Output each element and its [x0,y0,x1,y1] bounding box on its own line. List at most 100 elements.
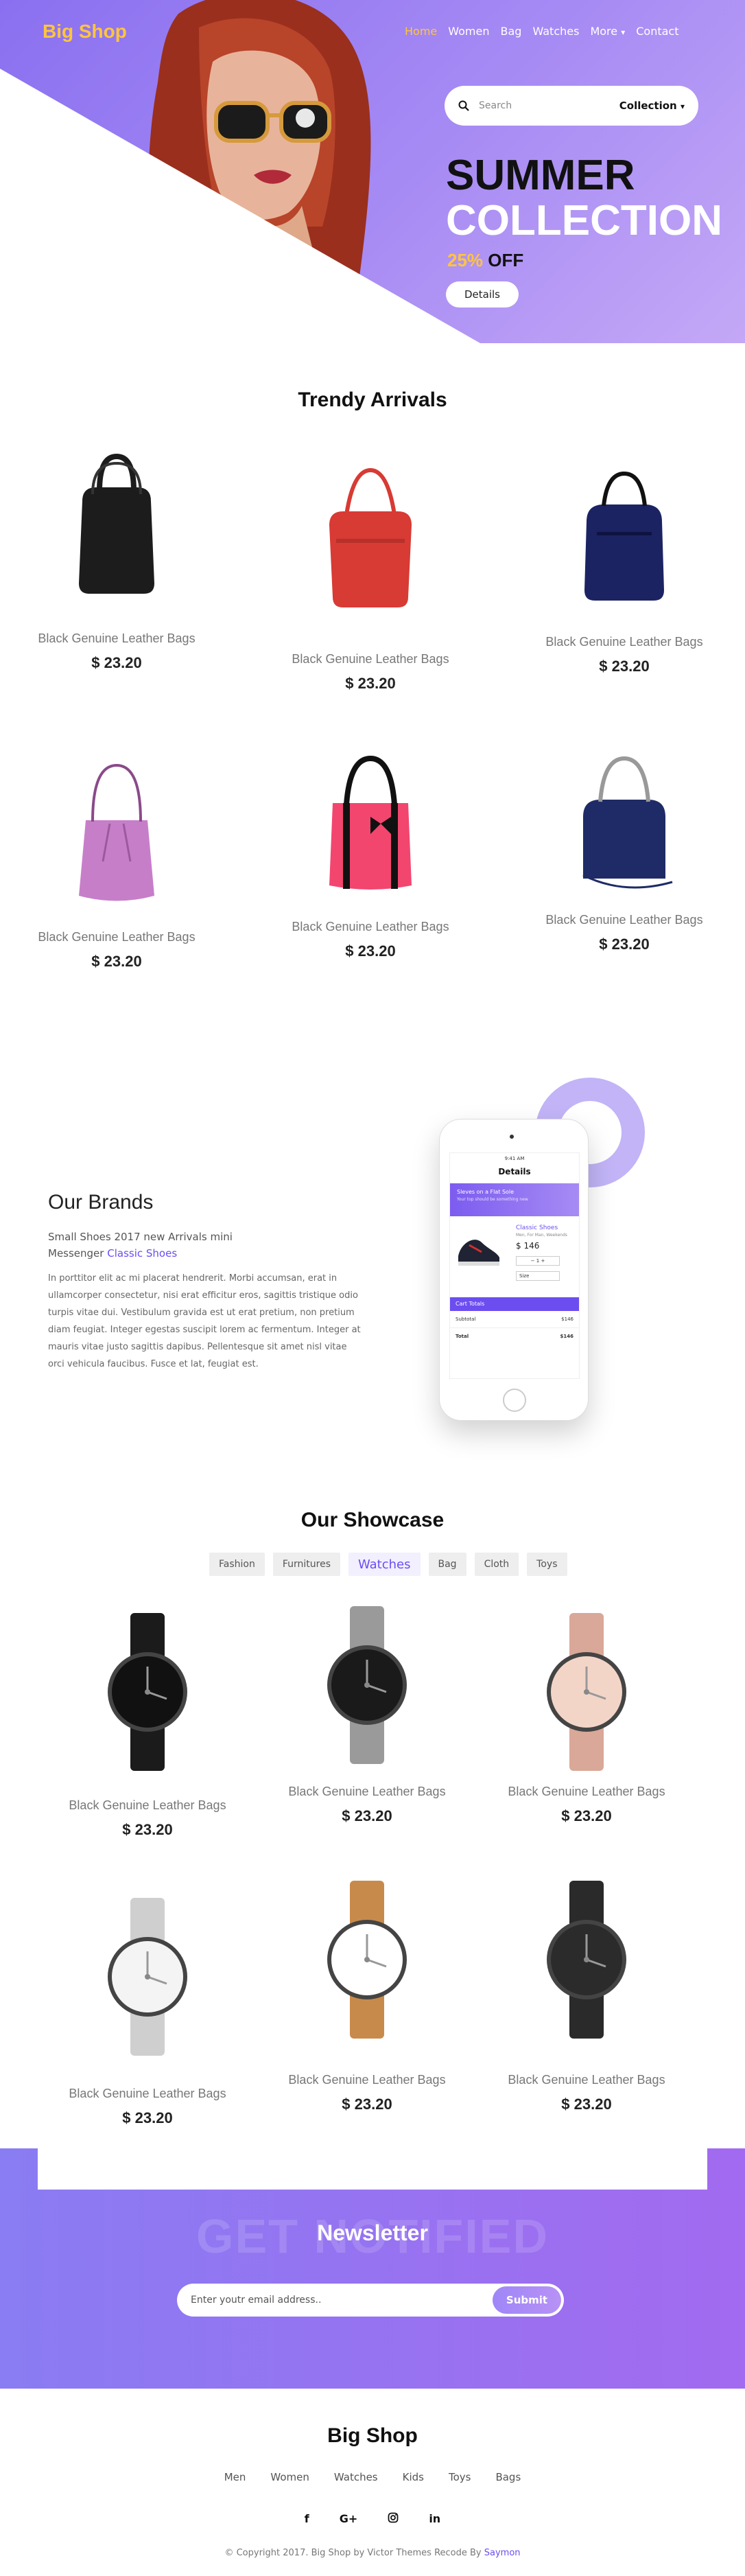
product-price: $ 23.20 [342,2096,392,2113]
product-name[interactable]: Black Genuine Leather Bags [521,635,727,649]
phone-size-label: Size [519,1273,530,1279]
product-name[interactable]: Black Genuine Leather Bags [268,920,473,934]
search-input[interactable]: Search [479,100,619,111]
showcase-title: Our Showcase [300,1509,445,1531]
nav-item-home[interactable]: Home [405,25,437,38]
nav-item-more-label: More [590,25,618,38]
product-name[interactable]: Black Genuine Leather Bags [484,1785,689,1799]
product-card[interactable]: Black Genuine Leather Bags $ 23.20 [521,748,727,953]
tab-furnitures[interactable]: Furnitures [272,1553,340,1576]
hero-details-button[interactable]: Details [446,281,519,308]
product-image[interactable] [58,758,175,923]
linkedin-icon[interactable]: in [429,2512,440,2526]
nav-item-more[interactable]: More ▾ [590,25,625,38]
product-image[interactable] [309,1881,425,2066]
footer-link-bags[interactable]: Bags [495,2471,521,2483]
product-image[interactable] [89,1613,206,1791]
email-field[interactable]: Enter youtr email address.. [191,2295,493,2306]
product-name[interactable]: Black Genuine Leather Bags [14,930,220,944]
product-image[interactable] [312,748,429,913]
product-name[interactable]: Black Genuine Leather Bags [264,1785,470,1799]
product-image[interactable] [566,748,683,906]
product-name[interactable]: Black Genuine Leather Bags [521,913,727,927]
newsletter-title: Newsletter [317,2220,428,2245]
watch-image [547,1881,626,2039]
collection-select-label: Collection [619,100,677,112]
product-name[interactable]: Black Genuine Leather Bags [45,2087,250,2101]
product-card[interactable]: Black Genuine Leather Bags $ 23.20 [521,463,727,675]
product-price: $ 23.20 [122,2109,173,2126]
product-image[interactable] [566,463,683,628]
footer-link-women[interactable]: Women [270,2471,309,2483]
product-card[interactable]: Black Genuine Leather Bags $ 23.20 [14,453,220,672]
collection-select[interactable]: Collection ▾ [619,100,685,112]
phone-size-select[interactable]: Size [516,1271,560,1281]
hero-search-bar[interactable]: Search Collection ▾ [445,86,698,126]
tab-watches[interactable]: Watches [348,1553,421,1576]
chevron-down-icon: ▾ [621,27,626,37]
product-price: $ 23.20 [561,2096,612,2113]
product-name[interactable]: Black Genuine Leather Bags [45,1798,250,1813]
footer-links: Men Women Watches Kids Toys Bags [0,2471,745,2483]
google-plus-icon[interactable]: G+ [340,2512,358,2526]
tab-fashion[interactable]: Fashion [209,1553,265,1576]
footer-link-kids[interactable]: Kids [403,2471,424,2483]
bag-image [582,756,673,889]
nav-item-watches[interactable]: Watches [532,25,579,38]
phone-total-row: Total $146 [450,1328,579,1345]
newsletter-section: GET NOTIFIED Newsletter Enter youtr emai… [0,2148,745,2389]
nav-item-contact[interactable]: Contact [636,25,678,38]
phone-status-time: 9:41 AM [504,1156,525,1161]
product-image[interactable] [89,1898,206,2080]
product-image[interactable] [309,1606,425,1778]
phone-qty-stepper[interactable]: − 1 + [516,1256,560,1266]
product-name[interactable]: Black Genuine Leather Bags [268,652,473,666]
copyright-author-link[interactable]: Saymon [484,2548,521,2558]
phone-subtotal-value: $146 [561,1316,573,1322]
tab-bag[interactable]: Bag [428,1553,466,1576]
brands-subtitle: Small Shoes 2017 new Arrivals mini Messe… [48,1229,281,1262]
classic-shoes-link[interactable]: Classic Shoes [107,1247,177,1260]
product-name[interactable]: Black Genuine Leather Bags [14,631,220,646]
product-card[interactable]: Black Genuine Leather Bags $ 23.20 [484,1613,689,1825]
phone-item-price: $ 146 [516,1241,540,1251]
site-logo[interactable]: Big Shop [43,21,127,43]
phone-banner: Sleves on a Flat Sole Your top should be… [450,1183,579,1216]
submit-button[interactable]: Submit [493,2286,561,2314]
product-card[interactable]: Black Genuine Leather Bags $ 23.20 [45,1898,250,2127]
product-price: $ 23.20 [122,1821,173,1838]
product-card[interactable]: Black Genuine Leather Bags $ 23.20 [268,463,473,693]
main-nav: Home Women Bag Watches More ▾ Contact [405,25,678,38]
watch-image [327,1606,407,1764]
phone-subtotal-row: Subtotal $146 [450,1311,579,1328]
chevron-down-icon: ▾ [680,102,685,111]
footer-link-toys[interactable]: Toys [449,2471,471,2483]
product-card[interactable]: Black Genuine Leather Bags $ 23.20 [264,1606,470,1825]
phone-cart-header: Cart Totals [450,1297,579,1311]
footer-link-watches[interactable]: Watches [334,2471,378,2483]
product-card[interactable]: Black Genuine Leather Bags $ 23.20 [264,1881,470,2113]
facebook-icon[interactable]: f [305,2512,309,2526]
tab-toys[interactable]: Toys [527,1553,567,1576]
hero-section: Big Shop Home Women Bag Watches More ▾ C… [0,0,745,343]
instagram-icon[interactable] [388,2512,399,2526]
search-icon [458,100,469,111]
product-name[interactable]: Black Genuine Leather Bags [264,2073,470,2087]
product-price: $ 23.20 [599,658,650,675]
product-card[interactable]: Black Genuine Leather Bags $ 23.20 [268,748,473,960]
product-name[interactable]: Black Genuine Leather Bags [484,2073,689,2087]
product-image[interactable] [528,1613,645,1778]
product-price: $ 23.20 [561,1807,612,1824]
product-card[interactable]: Black Genuine Leather Bags $ 23.20 [45,1613,250,1839]
product-image[interactable] [312,463,429,645]
footer-title: Big Shop [327,2424,418,2447]
footer-link-men[interactable]: Men [224,2471,246,2483]
product-image[interactable] [58,453,175,625]
product-card[interactable]: Black Genuine Leather Bags $ 23.20 [14,758,220,971]
nav-item-bag[interactable]: Bag [501,25,522,38]
product-price: $ 23.20 [342,1807,392,1824]
tab-cloth[interactable]: Cloth [474,1553,519,1576]
product-image[interactable] [528,1881,645,2066]
product-card[interactable]: Black Genuine Leather Bags $ 23.20 [484,1881,689,2113]
nav-item-women[interactable]: Women [448,25,489,38]
